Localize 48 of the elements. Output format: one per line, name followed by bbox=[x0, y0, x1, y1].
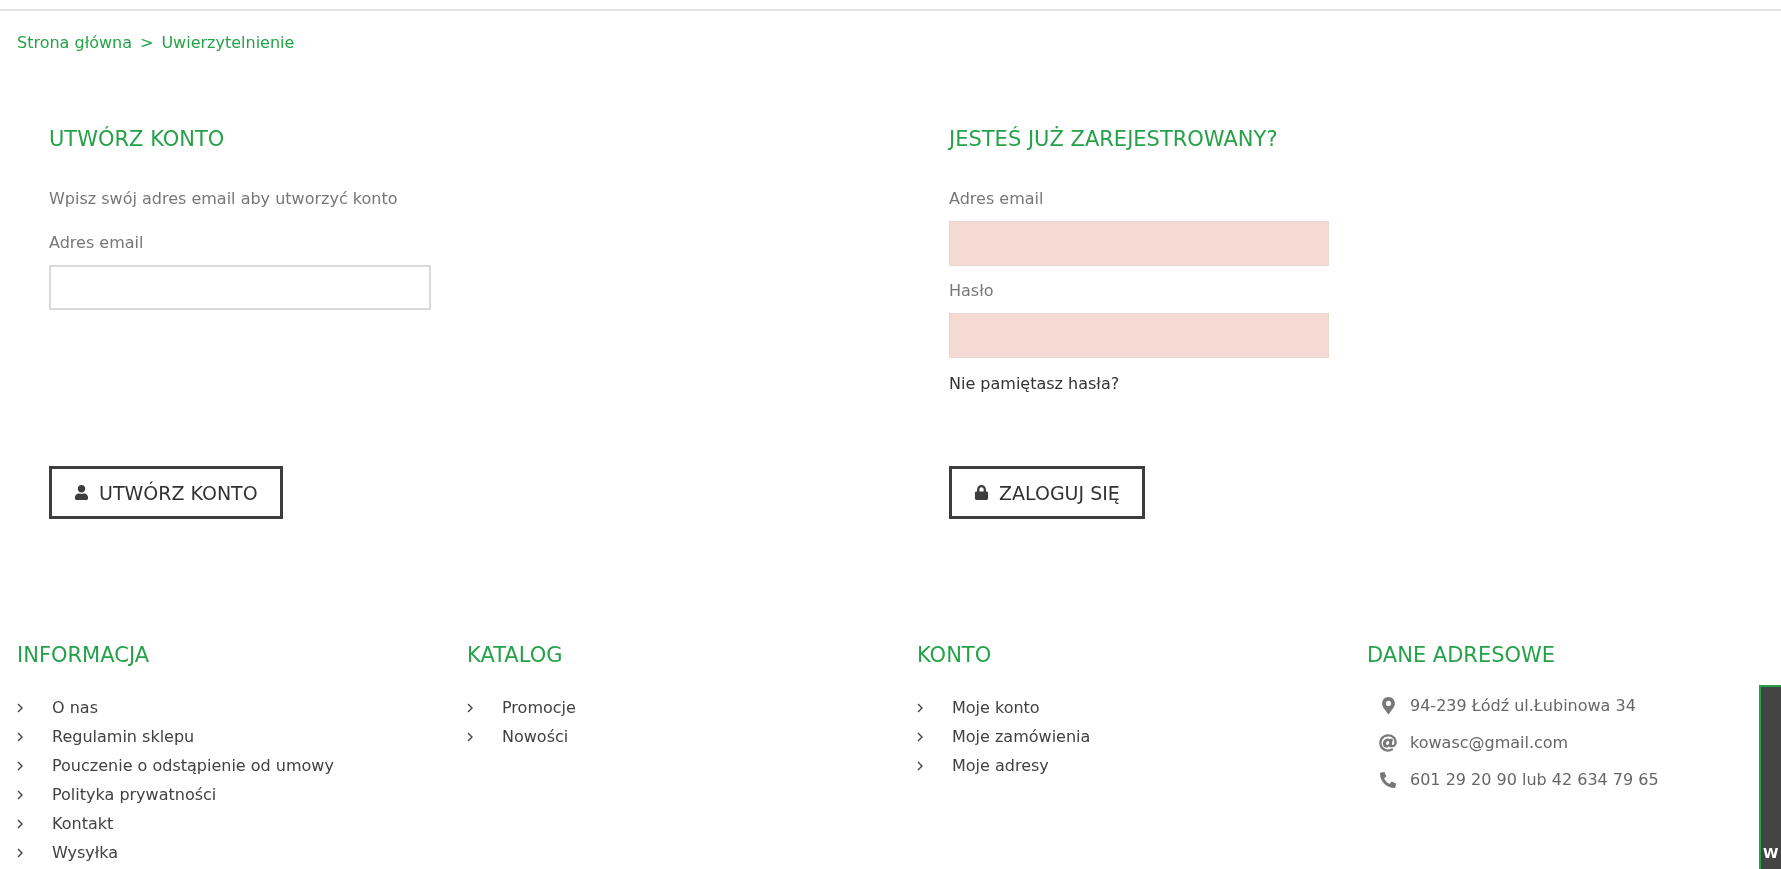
user-icon bbox=[74, 485, 89, 500]
panel-label: W bbox=[1763, 845, 1779, 861]
footer-link[interactable]: Moje adresy bbox=[952, 755, 1049, 776]
contact-text: 94-239 Łódź ul.Łubinowa 34 bbox=[1410, 695, 1636, 716]
chevron-right-icon bbox=[17, 789, 23, 800]
field-label: Hasło bbox=[949, 281, 995, 301]
footer-link[interactable]: Kontakt bbox=[52, 813, 114, 834]
chevron-right-icon bbox=[17, 702, 23, 713]
field-label: Adres email bbox=[49, 233, 145, 253]
phone-icon bbox=[1380, 771, 1396, 788]
chevron-right-icon bbox=[467, 702, 473, 713]
contact-text: kowasc@gmail.com bbox=[1410, 732, 1569, 753]
footer-link[interactable]: Wysyłka bbox=[52, 842, 119, 863]
field-label: Adres email bbox=[949, 189, 1045, 209]
chevron-right-icon bbox=[17, 818, 23, 829]
footer-heading: INFORMACJA bbox=[17, 642, 150, 668]
contact-text: 601 29 20 90 lub 42 634 79 65 bbox=[1410, 769, 1659, 790]
chevron-right-icon bbox=[17, 760, 23, 771]
footer-link[interactable]: Polityka prywatności bbox=[52, 784, 217, 805]
email-input[interactable] bbox=[949, 221, 1329, 266]
chevron-right-icon bbox=[917, 760, 923, 771]
lock-icon bbox=[974, 485, 989, 500]
footer-link[interactable]: Pouczenie o odstąpienie od umowy bbox=[52, 755, 334, 776]
create-account-button[interactable]: UTWÓRZ KONTO bbox=[49, 466, 283, 519]
map-pin-icon bbox=[1379, 697, 1397, 714]
breadcrumb-separator: > bbox=[140, 33, 154, 53]
at-sign-icon bbox=[1379, 733, 1397, 752]
section-description: Wpisz swój adres email aby utworzyć konto bbox=[49, 189, 398, 209]
email-input[interactable] bbox=[49, 265, 431, 310]
section-heading: UTWÓRZ KONTO bbox=[49, 126, 225, 152]
footer-link[interactable]: Moje konto bbox=[952, 697, 1040, 718]
login-button[interactable]: ZALOGUJ SIĘ bbox=[949, 466, 1145, 519]
footer-heading: KATALOG bbox=[467, 642, 563, 668]
footer-link[interactable]: O nas bbox=[52, 697, 98, 718]
chevron-right-icon bbox=[17, 847, 23, 858]
chevron-right-icon bbox=[917, 702, 923, 713]
forgot-password-link[interactable]: Nie pamiętasz hasła? bbox=[949, 374, 1120, 394]
chevron-right-icon bbox=[17, 731, 23, 742]
footer-link[interactable]: Promocje bbox=[502, 697, 576, 718]
footer-link[interactable]: Nowości bbox=[502, 726, 569, 747]
footer-link[interactable]: Regulamin sklepu bbox=[52, 726, 195, 747]
footer-heading: KONTO bbox=[917, 642, 992, 668]
password-input[interactable] bbox=[949, 313, 1329, 358]
footer-link[interactable]: Moje zamówienia bbox=[952, 726, 1091, 747]
footer-heading: DANE ADRESOWE bbox=[1367, 642, 1556, 668]
chevron-right-icon bbox=[917, 731, 923, 742]
section-heading: JESTEŚ JUŻ ZAREJESTROWANY? bbox=[949, 126, 1278, 152]
chevron-right-icon bbox=[467, 731, 473, 742]
